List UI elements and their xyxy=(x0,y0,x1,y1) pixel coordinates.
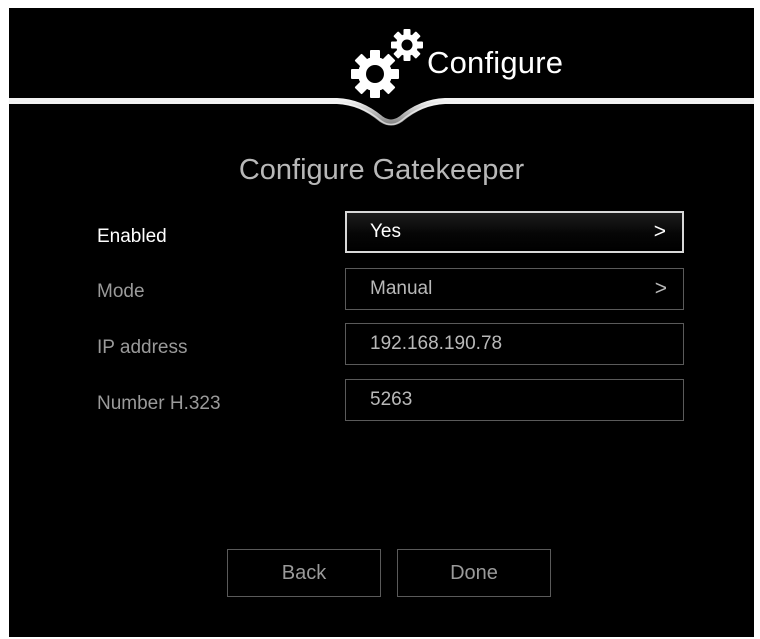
header-title: Configure xyxy=(427,45,564,80)
done-button[interactable]: Done xyxy=(397,549,551,597)
header: Configure xyxy=(9,8,754,138)
enabled-label: Enabled xyxy=(97,226,167,247)
ip-address-field[interactable]: 192.168.190.78 xyxy=(345,323,684,365)
number-h323-value: 5263 xyxy=(370,389,413,410)
mode-value: Manual xyxy=(370,278,433,299)
chevron-right-icon: > xyxy=(654,277,667,300)
page-subtitle: Configure Gatekeeper xyxy=(238,154,525,186)
header-divider xyxy=(9,98,754,126)
enabled-value: Yes xyxy=(370,221,401,242)
mode-select[interactable]: Manual > xyxy=(345,268,684,310)
ip-address-label: IP address xyxy=(97,337,188,358)
chevron-right-icon: > xyxy=(653,220,666,243)
number-h323-field[interactable]: 5263 xyxy=(345,379,684,421)
number-h323-label: Number H.323 xyxy=(97,393,221,414)
mode-label: Mode xyxy=(97,281,145,302)
back-button[interactable]: Back xyxy=(227,549,381,597)
configure-screen: Configure Configure Gatekeeper Enabled Y… xyxy=(9,8,754,637)
enabled-select[interactable]: Yes > xyxy=(345,211,684,253)
ip-address-value: 192.168.190.78 xyxy=(370,333,503,354)
